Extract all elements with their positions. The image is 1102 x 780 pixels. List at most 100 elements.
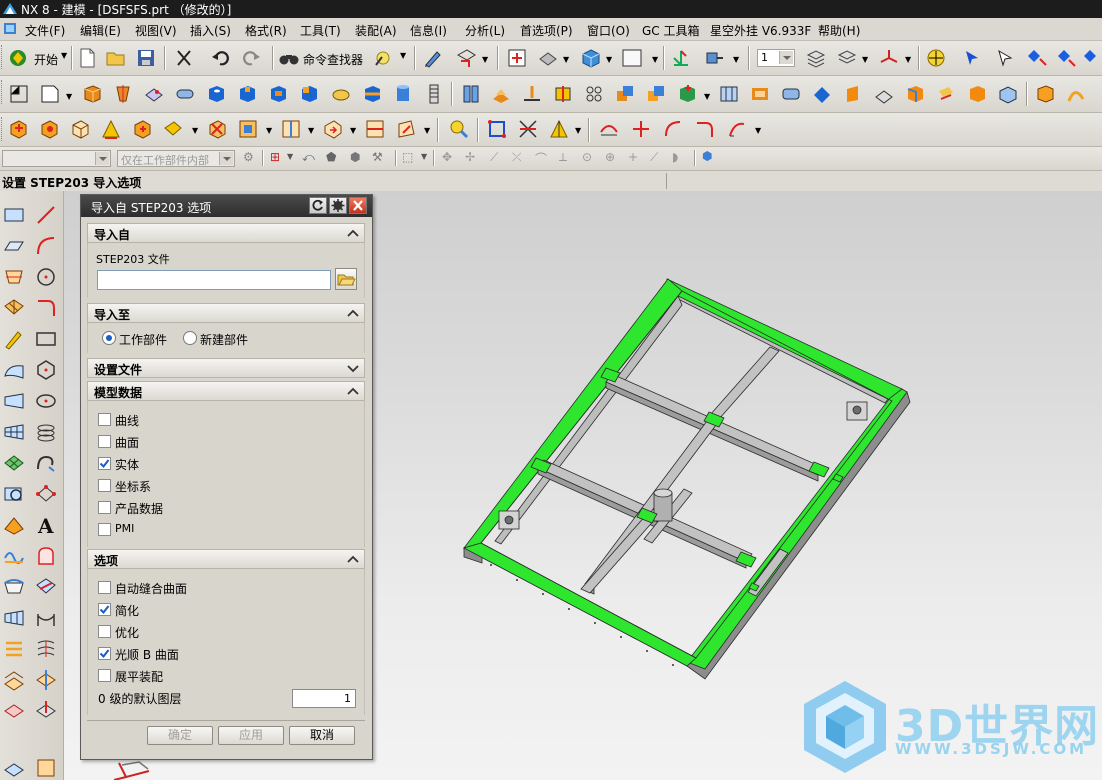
section-import-from[interactable]: 导入自 [87, 223, 365, 243]
emboss-icon[interactable] [330, 83, 352, 105]
revolve-tool-icon[interactable] [2, 265, 26, 289]
snap-face-icon[interactable]: ◗ [672, 150, 678, 164]
browse-button[interactable] [335, 268, 357, 290]
datum-icon[interactable] [2, 234, 26, 258]
menu-format[interactable]: 格式(R) [245, 22, 287, 39]
step-file-input[interactable] [97, 270, 331, 290]
menu-edit[interactable]: 编辑(E) [80, 22, 121, 39]
bridge-tool-icon[interactable] [34, 606, 58, 630]
intersect-icon[interactable] [676, 83, 698, 105]
sew-icon[interactable] [206, 118, 228, 140]
sweep-surface-icon[interactable] [2, 358, 26, 382]
auto-sew-checkbox[interactable] [98, 581, 111, 594]
snap-intersect-icon[interactable]: ⤫ [512, 150, 522, 165]
curve-intersect-icon[interactable] [630, 118, 652, 140]
apply-button[interactable]: 应用 [218, 726, 284, 745]
menu-assemblies[interactable]: 装配(A) [355, 22, 397, 39]
menu-information[interactable]: 信息(I) [410, 22, 447, 39]
open-folder-icon[interactable] [105, 47, 127, 69]
sheet-from-curves-icon[interactable] [2, 513, 26, 537]
start-button[interactable]: 开始 [34, 51, 58, 68]
through-curves-icon[interactable] [7, 118, 29, 140]
studio-surface-icon[interactable] [162, 118, 184, 140]
select-feature-icon[interactable]: ⚒ [372, 150, 383, 164]
revolve-icon[interactable] [112, 83, 134, 105]
menu-view[interactable]: 视图(V) [135, 22, 177, 39]
shaded-cube-icon[interactable] [580, 47, 602, 69]
snap-mid-icon[interactable]: ✢ [465, 150, 475, 164]
section-model-data[interactable]: 模型数据 [87, 381, 365, 401]
menu-tools[interactable]: 工具(T) [300, 22, 341, 39]
offset-surface-icon[interactable] [322, 118, 344, 140]
helix-icon[interactable] [34, 420, 58, 444]
cross-section-icon[interactable] [34, 544, 58, 568]
shell-icon[interactable] [749, 83, 771, 105]
show-hide-icon[interactable] [448, 118, 470, 140]
section-options[interactable]: 选项 [87, 549, 365, 569]
undo-icon[interactable] [210, 47, 232, 69]
menu-insert[interactable]: 插入(S) [190, 22, 231, 39]
tube-icon[interactable] [174, 83, 196, 105]
select-face-icon[interactable] [1026, 47, 1048, 69]
menu-gc-toolbox[interactable]: GC 工具箱 [642, 22, 700, 39]
spline-icon[interactable] [34, 451, 58, 475]
chamfer-icon[interactable] [490, 83, 512, 105]
select-filter-icon[interactable] [995, 47, 1017, 69]
pad-icon[interactable] [298, 83, 320, 105]
redo-icon[interactable] [240, 47, 262, 69]
wrap-geometry-icon[interactable] [842, 83, 864, 105]
scale-body-icon[interactable] [811, 83, 833, 105]
analysis-icon[interactable] [2, 756, 26, 780]
curve-extend-icon[interactable] [726, 118, 748, 140]
inspect-icon[interactable] [2, 482, 26, 506]
groove-icon[interactable] [361, 83, 383, 105]
offset-curve-icon[interactable] [34, 756, 58, 780]
select-face-filter-icon[interactable]: ⬟ [326, 150, 336, 164]
box-select-icon[interactable]: ⬢ [702, 149, 712, 163]
menu-plugin[interactable]: 星空外挂 V6.933F [710, 22, 811, 39]
work-part-radio[interactable] [102, 331, 116, 345]
ruled-icon[interactable] [100, 118, 122, 140]
menu-window[interactable]: 窗口(O) [587, 22, 630, 39]
section-settings-file[interactable]: 设置文件 [87, 358, 365, 378]
select-body-icon[interactable] [1056, 47, 1078, 69]
arc-icon[interactable] [34, 234, 58, 258]
menu-help[interactable]: 帮助(H) [818, 22, 860, 39]
snap-vertex-icon[interactable]: ⟂ [559, 150, 567, 165]
fit-view-icon[interactable] [506, 47, 528, 69]
replace-face-icon[interactable] [904, 83, 926, 105]
menu-file[interactable]: 文件(F) [25, 22, 65, 39]
collapse-chevron-icon[interactable] [345, 383, 361, 399]
snap-end-icon[interactable]: ✥ [442, 150, 452, 164]
strip-icon[interactable] [2, 637, 26, 661]
help-cursor-icon[interactable] [925, 47, 947, 69]
wcs-orient-icon[interactable] [670, 47, 692, 69]
split-body-icon[interactable] [552, 83, 574, 105]
collapse-chevron-icon[interactable] [345, 551, 361, 567]
command-finder-button[interactable]: 命令查找器 [303, 51, 363, 68]
text-icon[interactable]: A [34, 513, 58, 537]
cut-icon[interactable] [173, 47, 195, 69]
blend-surface-icon[interactable] [2, 575, 26, 599]
start-dropdown-icon[interactable]: ▼ [61, 51, 67, 60]
simplify-checkbox[interactable] [98, 603, 111, 616]
nx-menu-icon[interactable] [3, 22, 17, 35]
thicken-icon[interactable] [780, 83, 802, 105]
binoculars-icon[interactable] [278, 47, 300, 69]
snap-quadrant-icon[interactable]: ⊕ [605, 150, 615, 164]
face-mesh-icon[interactable] [2, 451, 26, 475]
point-set-icon[interactable] [34, 482, 58, 506]
circle-icon[interactable] [34, 265, 58, 289]
sketch-strip-icon[interactable] [2, 668, 26, 692]
grid-surface-icon[interactable] [2, 420, 26, 444]
rectangle-icon[interactable] [34, 327, 58, 351]
trim-curve-icon[interactable] [517, 118, 539, 140]
collapse-chevron-icon[interactable] [345, 305, 361, 321]
bounded-plane-icon[interactable] [2, 389, 26, 413]
save-icon[interactable] [135, 47, 157, 69]
solids-checkbox[interactable] [98, 457, 111, 470]
trim-sheet-icon[interactable] [364, 118, 386, 140]
thread-icon[interactable] [423, 83, 445, 105]
pencil-tool-icon[interactable] [2, 327, 26, 351]
snap-point-on-icon[interactable]: + [628, 150, 638, 164]
